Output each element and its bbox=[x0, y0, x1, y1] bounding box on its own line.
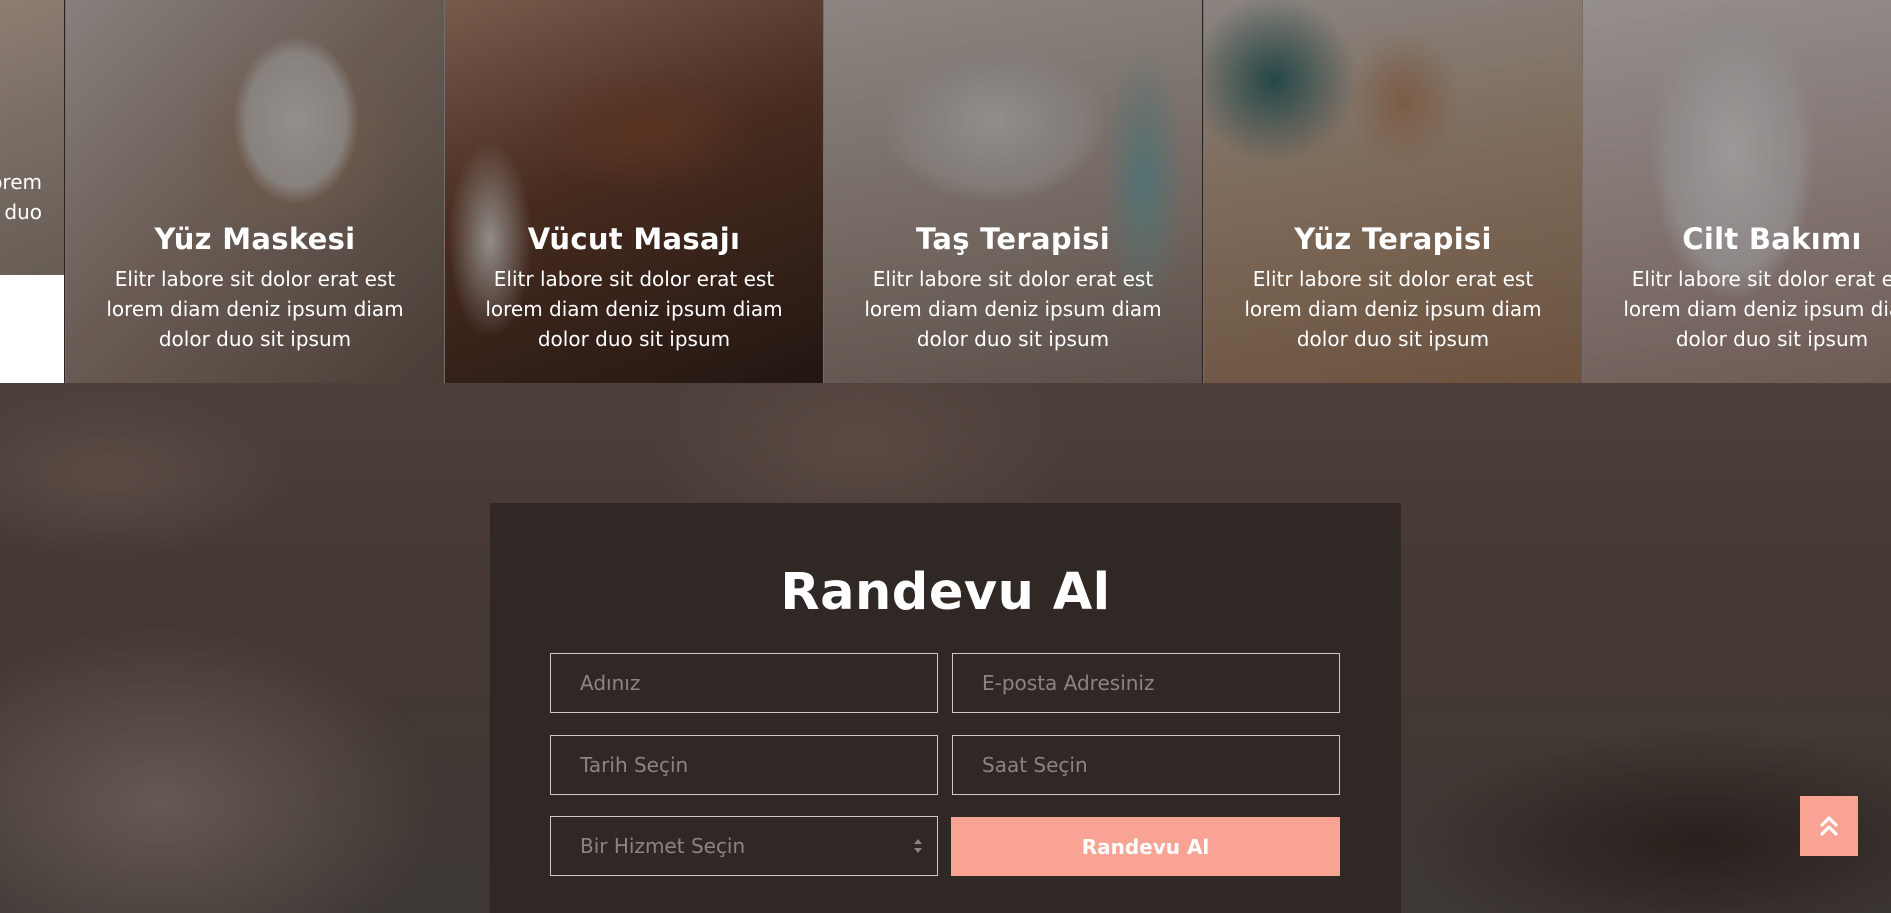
service-card-tas-terapisi[interactable]: Taş Terapisi Elitr labore sit dolor erat… bbox=[824, 0, 1202, 383]
service-desc-line: duo bbox=[4, 200, 42, 224]
card-divider bbox=[1582, 0, 1583, 383]
card-divider bbox=[823, 0, 824, 383]
service-card-cilt-bakimi[interactable]: Cilt Bakımı Elitr labore sit dolor erat … bbox=[1583, 0, 1891, 383]
service-desc: Elitr labore sit dolor erat est lorem di… bbox=[864, 267, 1162, 351]
services-carousel: orem duo Yüz Maskesi Elitr labore sit do… bbox=[0, 0, 1891, 383]
service-card-yuz-terapisi[interactable]: Yüz Terapisi Elitr labore sit dolor erat… bbox=[1204, 0, 1582, 383]
service-desc: Elitr labore sit dolor erat est lorem di… bbox=[1623, 267, 1891, 351]
email-input[interactable] bbox=[952, 653, 1340, 713]
card-divider bbox=[1203, 0, 1204, 383]
service-card-partial-panel bbox=[0, 275, 64, 383]
select-arrows-icon bbox=[914, 839, 922, 853]
card-divider bbox=[444, 0, 445, 383]
service-card-partial[interactable]: orem duo bbox=[0, 0, 64, 383]
service-desc: Elitr labore sit dolor erat est lorem di… bbox=[1244, 267, 1542, 351]
service-desc: Elitr labore sit dolor erat est lorem di… bbox=[106, 267, 404, 351]
date-input[interactable] bbox=[550, 735, 938, 795]
service-select-value: Bir Hizmet Seçin bbox=[580, 834, 746, 858]
booking-form: Randevu Al Bir Hizmet Seçin Randevu Al bbox=[490, 503, 1401, 913]
booking-title: Randevu Al bbox=[780, 563, 1111, 622]
submit-booking-button[interactable]: Randevu Al bbox=[951, 817, 1340, 876]
card-divider bbox=[65, 0, 66, 383]
service-title: Yüz Maskesi bbox=[154, 222, 356, 256]
back-to-top-button[interactable] bbox=[1800, 796, 1858, 856]
service-desc: Elitr labore sit dolor erat est lorem di… bbox=[485, 267, 783, 351]
time-input[interactable] bbox=[952, 735, 1340, 795]
double-chevron-up-icon bbox=[1820, 816, 1838, 836]
service-title: Vücut Masajı bbox=[527, 222, 741, 256]
service-select[interactable]: Bir Hizmet Seçin bbox=[550, 816, 938, 876]
service-card-vucut-masaji[interactable]: Vücut Masajı Elitr labore sit dolor erat… bbox=[445, 0, 823, 383]
service-card-partial-desc: orem duo bbox=[0, 167, 42, 227]
name-input[interactable] bbox=[550, 653, 938, 713]
service-title: Yüz Terapisi bbox=[1294, 222, 1492, 256]
service-title: Cilt Bakımı bbox=[1682, 222, 1862, 256]
service-card-yuz-maskesi[interactable]: Yüz Maskesi Elitr labore sit dolor erat … bbox=[66, 0, 444, 383]
service-desc-line: orem bbox=[0, 170, 42, 194]
service-title: Taş Terapisi bbox=[916, 222, 1110, 256]
